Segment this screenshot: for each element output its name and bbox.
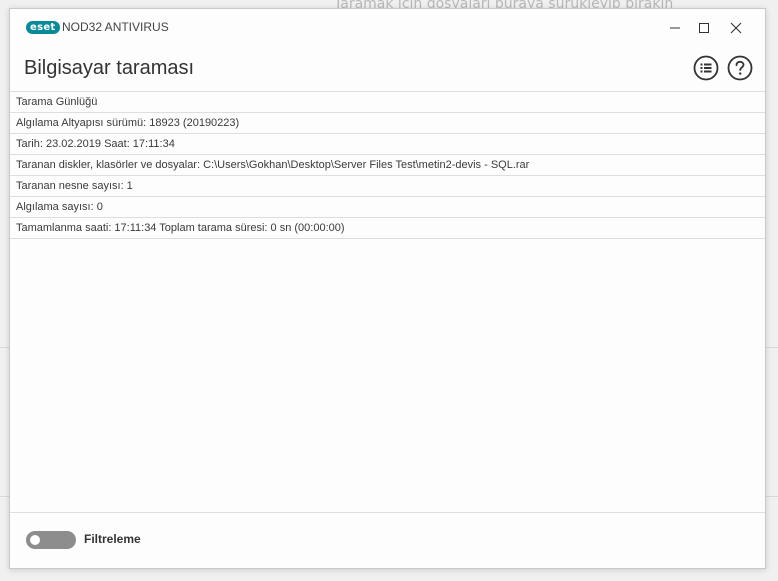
scan-log-list: Tarama Günlüğü Algılama Altyapısı sürümü… [10, 91, 765, 239]
help-icon [727, 55, 753, 81]
background-divider [766, 347, 778, 348]
eset-logo: eset [26, 21, 60, 34]
background-divider [0, 496, 9, 497]
background-divider [766, 496, 778, 497]
close-button[interactable] [719, 15, 753, 41]
scan-log-window: eset NOD32 ANTIVIRUS Bilgisayar taraması [9, 8, 766, 569]
log-row[interactable]: Tarih: 23.02.2019 Saat: 17:11:34 [10, 134, 765, 155]
product-name: NOD32 ANTIVIRUS [62, 20, 169, 34]
log-row[interactable]: Algılama sayısı: 0 [10, 197, 765, 218]
footer: Filtreleme [10, 512, 765, 569]
list-icon [693, 55, 719, 81]
log-row[interactable]: Algılama Altyapısı sürümü: 18923 (201902… [10, 113, 765, 134]
toggle-knob [30, 535, 40, 545]
log-row[interactable]: Tamamlanma saati: 17:11:34 Toplam tarama… [10, 218, 765, 239]
maximize-icon [699, 23, 709, 33]
close-icon [730, 22, 742, 34]
help-button[interactable] [727, 55, 753, 81]
background-divider [0, 347, 9, 348]
page-title: Bilgisayar taraması [24, 57, 195, 79]
minimize-icon [670, 27, 680, 29]
filter-toggle[interactable] [26, 531, 76, 549]
log-row[interactable]: Taranan diskler, klasörler ve dosyalar: … [10, 155, 765, 176]
maximize-button[interactable] [687, 15, 721, 41]
log-row[interactable]: Tarama Günlüğü [10, 92, 765, 113]
log-row[interactable]: Taranan nesne sayısı: 1 [10, 176, 765, 197]
list-button[interactable] [693, 55, 719, 81]
filter-label: Filtreleme [84, 532, 141, 546]
title-bar[interactable]: eset NOD32 ANTIVIRUS [10, 9, 765, 45]
